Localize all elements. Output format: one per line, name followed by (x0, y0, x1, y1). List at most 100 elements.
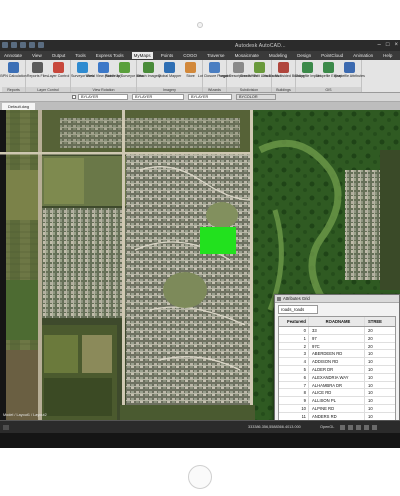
cell-street[interactable]: 20 (365, 327, 395, 334)
cell-featureid[interactable]: 7 (279, 381, 309, 389)
tab-cogo[interactable]: COGO (181, 52, 199, 59)
table-row[interactable]: 1 97 20 (279, 334, 395, 343)
cell-street[interactable]: 20 (365, 343, 395, 350)
tab-design[interactable]: Design (295, 52, 313, 59)
cell-roadname[interactable]: ALICE RD (309, 389, 365, 397)
table-row[interactable]: 2 97C 20 (279, 342, 395, 351)
calculator-icon (8, 62, 19, 73)
pin-icon[interactable] (277, 297, 281, 301)
maximize-icon[interactable]: □ (386, 42, 390, 48)
cell-featureid[interactable]: 10 (279, 404, 309, 412)
tab-help[interactable]: Help (381, 52, 394, 59)
tab-mosaicmate[interactable]: Mosaicmate (233, 52, 261, 59)
new-file-icon[interactable] (2, 42, 8, 48)
table-row[interactable]: 9 ALLISON PL 10 (279, 397, 395, 405)
table-row[interactable]: 7 ALHAMBRA DR 10 (279, 381, 395, 390)
cell-street[interactable]: 10 (365, 382, 395, 389)
cell-roadname[interactable]: ALLISON PL (309, 397, 365, 404)
tab-express-tools[interactable]: Express Tools (94, 52, 126, 59)
cell-street[interactable]: 10 (365, 389, 395, 396)
cell-roadname[interactable]: 97 (309, 334, 365, 342)
attributes-panel-title: Attributes Grid (283, 296, 310, 301)
tab-tools[interactable]: Tools (73, 52, 88, 59)
tab-animation[interactable]: Animation (351, 52, 375, 59)
graphics-mode-label: OpenGL (320, 425, 335, 429)
cell-featureid[interactable]: 3 (279, 350, 309, 358)
cell-street[interactable]: 10 (365, 358, 395, 365)
tab-mymaps[interactable]: MyMaps (131, 52, 153, 59)
cell-street[interactable]: 10 (365, 413, 395, 420)
cell-featureid[interactable]: 8 (279, 389, 309, 397)
attributes-layer-select[interactable]: roads_roads (278, 305, 318, 314)
column-header-roadname[interactable]: ROADNAME (309, 317, 365, 326)
cell-roadname[interactable]: ALPINE RD (309, 404, 365, 412)
cell-roadname[interactable]: ABERDEEN RD (309, 350, 365, 358)
cell-featureid[interactable]: 1 (279, 334, 309, 342)
cell-featureid[interactable]: 11 (279, 412, 309, 420)
column-header-street[interactable]: STREE (365, 317, 395, 326)
ribbon-panel: BPN Calculation Reports Reports Files Layer… (0, 60, 400, 93)
cell-street[interactable]: 10 (365, 350, 395, 357)
cell-featureid[interactable]: 2 (279, 342, 309, 350)
table-row[interactable]: 3 ABERDEEN RD 10 (279, 350, 395, 359)
cell-roadname[interactable]: ALEXANDRIA WAY (309, 373, 365, 381)
settings-icon[interactable] (372, 425, 377, 430)
cell-street[interactable]: 20 (365, 335, 395, 342)
close-icon[interactable]: × (394, 42, 398, 48)
cell-featureid[interactable]: 4 (279, 358, 309, 365)
table-row[interactable]: 6 ALEXANDRIA WAY 10 (279, 373, 395, 382)
undo-icon[interactable] (29, 42, 35, 48)
linetype-combo[interactable]: BYLAYER (132, 94, 184, 100)
ortho-icon[interactable] (356, 425, 361, 430)
cell-roadname[interactable]: ALDER DR (309, 365, 365, 373)
tab-modeling[interactable]: Modeling (267, 52, 289, 59)
command-line-icon[interactable] (3, 425, 9, 430)
cell-roadname[interactable]: ADDISON RD (309, 358, 365, 365)
cell-featureid[interactable]: 5 (279, 365, 309, 373)
open-file-icon[interactable] (11, 42, 17, 48)
grid-icon[interactable] (348, 425, 353, 430)
cell-street[interactable]: 10 (365, 366, 395, 373)
quick-access-toolbar (2, 42, 44, 48)
tab-pointcloud[interactable]: PointCloud (319, 52, 345, 59)
ribbon-group-buildings: Draw a Multisided Building Buildings (262, 60, 305, 92)
tab-points[interactable]: Points (159, 52, 176, 59)
tab-output[interactable]: Output (50, 52, 68, 59)
cell-roadname[interactable]: 33 (309, 327, 365, 334)
cell-roadname[interactable]: ANDERS RD (309, 412, 365, 420)
minimize-icon[interactable]: – (378, 42, 381, 48)
snap-icon[interactable] (340, 425, 345, 430)
cell-featureid[interactable]: 6 (279, 373, 309, 381)
table-row[interactable]: 8 ALICE RD 10 (279, 389, 395, 398)
save-icon[interactable] (20, 42, 26, 48)
tab-annotate[interactable]: Annotate (2, 52, 24, 59)
redo-icon[interactable] (38, 42, 44, 48)
table-row[interactable]: 10 ALPINE RD 10 (279, 404, 395, 413)
plotstyle-combo[interactable]: BYCOLOR (236, 94, 276, 100)
column-header-featureid[interactable]: FeatureId (279, 317, 309, 326)
layout-tabs[interactable]: Model / Layout1 / Layout2 (3, 413, 47, 417)
osnap-icon[interactable] (364, 425, 369, 430)
table-row[interactable]: 4 ADDISON RD 10 (279, 358, 395, 366)
cell-roadname[interactable]: 97C (309, 342, 365, 350)
cell-street[interactable]: 10 (365, 397, 395, 404)
selected-feature-highlight[interactable] (200, 227, 236, 254)
layer-combo[interactable]: BYLAYER (78, 94, 128, 100)
attributes-table-header: FeatureId ROADNAME STREE (279, 317, 395, 327)
cell-roadname[interactable]: ALHAMBRA DR (309, 381, 365, 389)
cell-street[interactable]: 10 (365, 405, 395, 412)
legal-description-icon (233, 62, 244, 73)
document-tab[interactable]: Default.dwg (2, 103, 36, 110)
tab-traverse[interactable]: Traverse (205, 52, 227, 59)
home-button[interactable] (188, 465, 212, 489)
tab-view[interactable]: View (30, 52, 44, 59)
lineweight-combo[interactable]: BYLAYER (188, 94, 232, 100)
table-row[interactable]: 5 ALDER DR 10 (279, 365, 395, 374)
cell-street[interactable]: 10 (365, 374, 395, 381)
attributes-panel-titlebar[interactable]: Attributes Grid (275, 295, 399, 303)
cell-featureid[interactable]: 9 (279, 397, 309, 404)
table-row[interactable]: 0 33 20 (279, 327, 395, 335)
cell-featureid[interactable]: 0 (279, 327, 309, 334)
color-swatch-icon[interactable] (72, 95, 76, 99)
ribbon-group-imagery: Attach Imagery Global Mapper Store Imagery (136, 60, 203, 92)
